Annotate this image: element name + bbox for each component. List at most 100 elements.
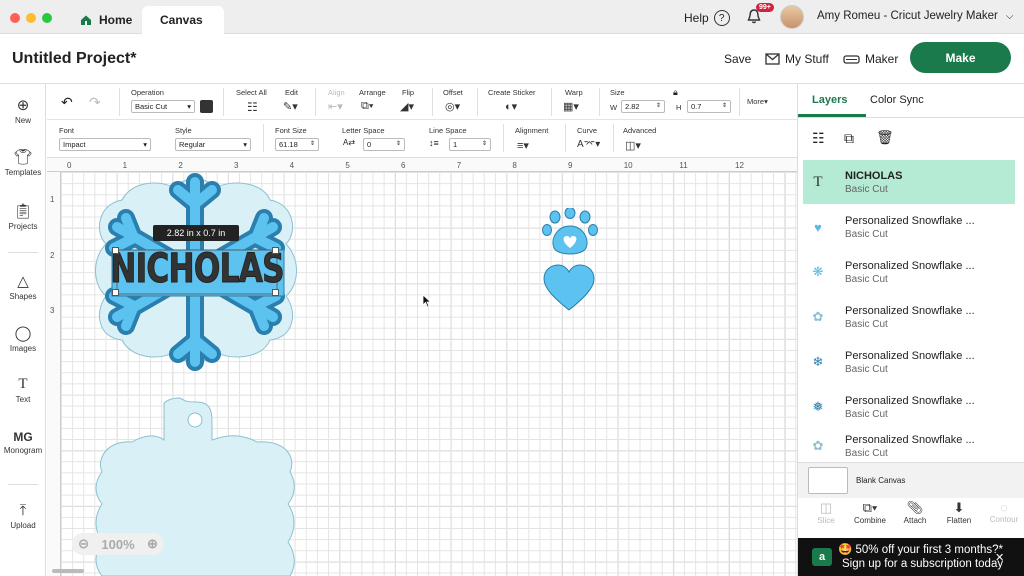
redo-icon[interactable]: ↷ <box>89 94 101 111</box>
pencil-icon[interactable]: ✎▾ <box>283 100 298 113</box>
selection-handle[interactable] <box>272 247 279 254</box>
my-stuff-button[interactable]: My Stuff <box>765 52 829 66</box>
toolbar-divider <box>599 88 600 116</box>
layer-tools: ◫ Slice ⧉▾ Combine 📎︎ Attach ⬇ Flatten ◌ Cont… <box>798 500 1024 540</box>
tab-home[interactable]: Home <box>62 6 150 34</box>
left-sidebar: ⊕ New 👕︎ Templates 📋︎ Projects △ Shapes ◯ Ima… <box>0 84 46 576</box>
tab-canvas[interactable]: Canvas <box>142 6 224 34</box>
toolbar-divider <box>503 124 504 152</box>
make-button[interactable]: Make <box>910 42 1011 73</box>
account-menu[interactable]: Amy Romeu - Cricut Jewelry Maker ⌵ <box>817 10 1013 22</box>
height-value: 0.7 <box>691 102 702 111</box>
letter-space-input[interactable]: 0 ⇕ <box>363 138 405 151</box>
select-all-label: Select All <box>236 88 267 97</box>
tab-layers[interactable]: Layers <box>812 94 847 106</box>
more-button[interactable]: More▾ <box>747 97 768 106</box>
layer-row[interactable]: ♥ Personalized Snowflake ... Basic Cut <box>803 205 1015 249</box>
close-icon[interactable]: ✕ <box>995 551 1004 564</box>
text-align-icon[interactable]: ≡▾ <box>517 139 529 152</box>
tab-canvas-label: Canvas <box>160 13 203 27</box>
undo-icon[interactable]: ↶ <box>61 94 73 111</box>
line-space-label: Line Space <box>429 126 467 135</box>
promo-banner[interactable]: a 🤩 50% off your first 3 months?* Sign u… <box>798 538 1024 576</box>
sidebar-item-new[interactable]: ⊕ New <box>0 96 46 125</box>
toolbar-divider <box>477 88 478 116</box>
chevron-down-icon: ⌵ <box>1005 10 1014 22</box>
sidebar-item-templates[interactable]: 👕︎ Templates <box>0 148 46 177</box>
offset-icon[interactable]: ◎▾ <box>445 100 460 113</box>
color-swatch[interactable] <box>200 100 213 113</box>
sticker-icon[interactable]: ◐▾ <box>505 100 517 113</box>
layer-row[interactable]: ❋ Personalized Snowflake ... Basic Cut <box>803 250 1015 294</box>
style-select[interactable]: Regular ▾ <box>175 138 251 151</box>
contour-button[interactable]: ◌ Contour <box>984 500 1024 524</box>
layer-row[interactable]: ❄ Personalized Snowflake ... Basic Cut <box>803 340 1015 384</box>
font-select[interactable]: Impact ▾ <box>59 138 151 151</box>
advanced-label: Advanced <box>623 126 657 135</box>
group-icon[interactable]: ☷ <box>812 130 825 147</box>
zoom-out-icon[interactable]: ⊝ <box>78 536 89 552</box>
flip-icon[interactable]: ◢▾ <box>400 100 414 113</box>
layer-row[interactable]: ✿ Personalized Snowflake ... Basic Cut <box>803 430 1015 462</box>
style-value: Regular <box>179 140 206 149</box>
promo-line-2: Sign up for a subscription today <box>842 558 1004 570</box>
notifications-button[interactable]: 99+ <box>746 3 774 30</box>
size-tooltip: 2.82 in x 0.7 in <box>153 225 239 241</box>
sidebar-item-shapes[interactable]: △ Shapes <box>0 272 46 301</box>
flatten-button[interactable]: ⬇ Flatten <box>939 500 979 525</box>
sidebar-item-label: Images <box>9 344 37 353</box>
zoom-in-icon[interactable]: ⊕ <box>147 536 158 552</box>
operation-select[interactable]: Basic Cut ▾ <box>131 100 195 113</box>
ruler-tick-label: 12 <box>735 161 744 170</box>
selection-handle[interactable] <box>112 247 119 254</box>
selection-handle[interactable] <box>112 289 119 296</box>
horizontal-scrollbar[interactable] <box>52 569 84 573</box>
page-title[interactable]: Untitled Project* <box>12 50 136 68</box>
advanced-icon[interactable]: ◫▾ <box>625 139 641 152</box>
combine-button[interactable]: ⧉▾ Combine <box>850 500 890 525</box>
caret-down-icon: ▾ <box>187 102 191 111</box>
curve-icon[interactable]: A⌤▾ <box>577 139 600 150</box>
nicholas-text-object[interactable]: NICHOLAS <box>110 244 285 294</box>
save-button[interactable]: Save <box>724 52 751 66</box>
align-icon[interactable]: ⇤▾ <box>328 100 343 113</box>
minimize-window-dot[interactable] <box>26 13 36 23</box>
layer-operation: Basic Cut <box>845 363 888 375</box>
warp-icon[interactable]: ▦▾ <box>563 100 579 113</box>
sidebar-item-upload[interactable]: ⤒ Upload <box>0 502 46 530</box>
layer-row[interactable]: ✿ Personalized Snowflake ... Basic Cut <box>803 295 1015 339</box>
select-all-icon[interactable]: ☷ <box>247 100 258 114</box>
line-space-input[interactable]: 1 ⇕ <box>449 138 491 151</box>
font-size-value: 61.18 <box>279 140 298 149</box>
width-input[interactable]: 2.82 ⇕ <box>621 100 665 113</box>
lock-icon[interactable]: 🔒︎ <box>673 87 678 98</box>
layer-row[interactable]: ❅ Personalized Snowflake ... Basic Cut <box>803 385 1015 429</box>
font-size-input[interactable]: 61.18 ⇕ <box>275 138 319 151</box>
home-icon <box>81 15 91 25</box>
height-input[interactable]: 0.7 ⇕ <box>687 100 731 113</box>
paw-icon: ❋ <box>812 264 824 279</box>
close-window-dot[interactable] <box>10 13 20 23</box>
zoom-control[interactable]: ⊝ 100% ⊕ <box>72 533 164 555</box>
maker-button[interactable]: Maker <box>843 52 898 66</box>
slice-button[interactable]: ◫ Slice <box>806 500 846 525</box>
blank-canvas-row[interactable]: Blank Canvas <box>798 462 1024 498</box>
sidebar-item-label: Upload <box>10 521 36 530</box>
sidebar-item-projects[interactable]: 📋︎ Projects <box>0 202 46 231</box>
layer-row[interactable]: T NICHOLAS Basic Cut <box>803 160 1015 204</box>
maximize-window-dot[interactable] <box>42 13 52 23</box>
selection-handle[interactable] <box>272 289 279 296</box>
arrange-icon[interactable]: ⧉▾ <box>361 100 373 113</box>
trash-icon[interactable]: 🗑︎ <box>876 129 894 146</box>
sidebar-item-images[interactable]: ◯ Images <box>0 324 46 353</box>
help-button[interactable]: Help ? <box>684 10 730 26</box>
canvas-swatch[interactable] <box>808 467 848 494</box>
tab-color-sync[interactable]: Color Sync <box>870 94 924 106</box>
duplicate-icon[interactable]: ⧉ <box>844 130 854 147</box>
attach-button[interactable]: 📎︎ Attach <box>895 500 935 525</box>
sidebar-item-text[interactable]: T Text <box>0 376 46 404</box>
paw-heart-charm[interactable] <box>540 208 602 312</box>
ruler-tick-label: 3 <box>234 161 239 170</box>
sidebar-item-monogram[interactable]: MG Monogram <box>0 430 46 455</box>
avatar[interactable] <box>780 5 804 29</box>
